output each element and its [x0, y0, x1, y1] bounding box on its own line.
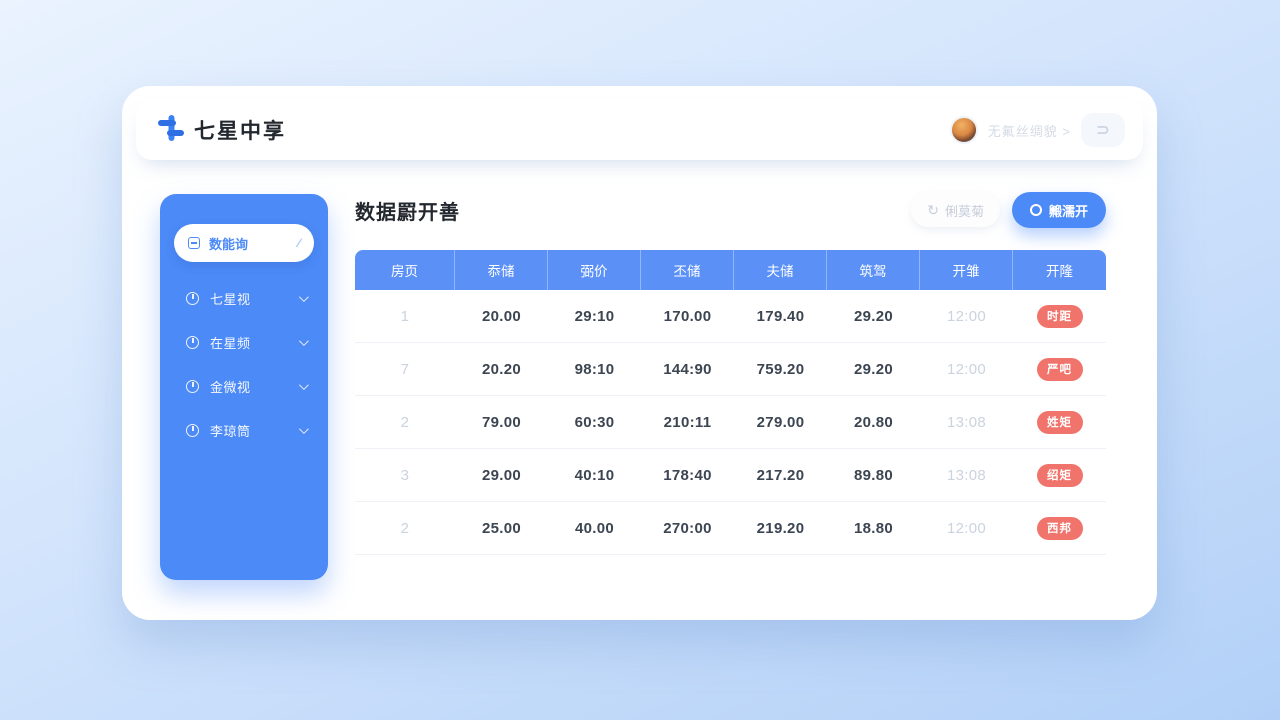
table-header-row: 房页 忝储 弼价 丕储 夫储 筑驾 开雏 开隆 — [355, 250, 1106, 290]
cell-value: 60:30 — [548, 396, 641, 448]
status-badge[interactable]: 时距 — [1037, 305, 1083, 328]
logo-icon — [158, 115, 184, 146]
circle-icon — [1030, 204, 1042, 216]
user-name-label[interactable]: 无氟丝绸貌 > — [988, 121, 1071, 140]
cell-value: 179.40 — [734, 290, 827, 342]
status-badge[interactable]: 严吧 — [1037, 358, 1083, 381]
cell-value: 144:90 — [641, 343, 734, 395]
table-row: 1 20.00 29:10 170.00 179.40 29.20 12:00 … — [355, 290, 1106, 343]
column-header: 开雏 — [920, 250, 1013, 290]
top-header: 七星中享 无氟丝绸貌 > ⊃ — [136, 100, 1143, 160]
cell-time: 12:00 — [920, 343, 1013, 395]
edit-slash-icon: ∕ — [298, 236, 300, 250]
avatar[interactable] — [950, 116, 978, 144]
cell-value: 40:10 — [548, 449, 641, 501]
chevron-down-icon — [299, 292, 309, 302]
toolbar: ↻ 俐莫菊 毈濡开 — [911, 192, 1106, 228]
cell-status: 严吧 — [1013, 343, 1106, 395]
sidebar-item[interactable]: 金微视 — [174, 364, 314, 408]
column-header: 房页 — [355, 250, 455, 290]
cell-value: 210:11 — [641, 396, 734, 448]
status-badge[interactable]: 绍矩 — [1037, 464, 1083, 487]
cell-time: 13:08 — [920, 396, 1013, 448]
status-badge[interactable]: 姓矩 — [1037, 411, 1083, 434]
logout-icon: ⊃ — [1096, 120, 1109, 140]
table-row: 2 25.00 40.00 270:00 219.20 18.80 12:00 … — [355, 502, 1106, 555]
cell-status: 姓矩 — [1013, 396, 1106, 448]
page-title: 数据罻开善 — [355, 196, 460, 225]
chevron-down-icon — [299, 424, 309, 434]
clock-icon — [186, 336, 199, 349]
app-title: 七星中享 — [194, 115, 286, 145]
cell-value: 29.20 — [827, 290, 920, 342]
cell-value: 89.80 — [827, 449, 920, 501]
primary-button[interactable]: 毈濡开 — [1012, 192, 1106, 228]
table-row: 7 20.20 98:10 144:90 759.20 29.20 12:00 … — [355, 343, 1106, 396]
sidebar-item-label: 数能询 — [209, 234, 248, 253]
logout-button[interactable]: ⊃ — [1081, 113, 1125, 147]
column-header: 弼价 — [548, 250, 641, 290]
cell-value: 18.80 — [827, 502, 920, 554]
cell-value: 20.80 — [827, 396, 920, 448]
cell-index: 1 — [355, 290, 455, 342]
primary-button-label: 毈濡开 — [1049, 201, 1088, 220]
cell-value: 279.00 — [734, 396, 827, 448]
column-header: 丕储 — [641, 250, 734, 290]
cell-value: 178:40 — [641, 449, 734, 501]
cell-index: 2 — [355, 502, 455, 554]
cell-time: 12:00 — [920, 502, 1013, 554]
cell-value: 98:10 — [548, 343, 641, 395]
cell-value: 29:10 — [548, 290, 641, 342]
secondary-button[interactable]: ↻ 俐莫菊 — [911, 193, 1000, 227]
secondary-button-label: 俐莫菊 — [945, 201, 984, 220]
clock-icon — [186, 380, 199, 393]
user-area: 无氟丝绸貌 > ⊃ — [950, 113, 1125, 147]
sidebar-item[interactable]: 七星视 — [174, 276, 314, 320]
cell-value: 759.20 — [734, 343, 827, 395]
cell-value: 29.00 — [455, 449, 548, 501]
brand: 七星中享 — [158, 115, 286, 146]
chevron-down-icon — [299, 336, 309, 346]
cell-value: 29.20 — [827, 343, 920, 395]
cell-status: 时距 — [1013, 290, 1106, 342]
content-header: 数据罻开善 ↻ 俐莫菊 毈濡开 — [355, 190, 1106, 230]
cell-value: 25.00 — [455, 502, 548, 554]
sidebar-item[interactable]: 李琼筒 — [174, 408, 314, 452]
cell-value: 40.00 — [548, 502, 641, 554]
cell-index: 3 — [355, 449, 455, 501]
table-body: 1 20.00 29:10 170.00 179.40 29.20 12:00 … — [355, 290, 1106, 555]
column-header: 夫储 — [734, 250, 827, 290]
cell-value: 219.20 — [734, 502, 827, 554]
column-header: 忝储 — [455, 250, 548, 290]
column-header: 开隆 — [1013, 250, 1106, 290]
chevron-down-icon — [299, 380, 309, 390]
app-window: 七星中享 无氟丝绸貌 > ⊃ 数能询 ∕ 七星视 在星频 金微视 李 — [122, 86, 1157, 620]
sidebar-item[interactable]: 在星频 — [174, 320, 314, 364]
cell-index: 7 — [355, 343, 455, 395]
clock-icon — [186, 424, 199, 437]
status-badge[interactable]: 西邦 — [1037, 517, 1083, 540]
menu-grid-icon — [188, 237, 200, 249]
sidebar-item-selected[interactable]: 数能询 ∕ — [174, 224, 314, 262]
cell-time: 13:08 — [920, 449, 1013, 501]
cell-value: 20.20 — [455, 343, 548, 395]
cell-value: 170.00 — [641, 290, 734, 342]
cell-value: 270:00 — [641, 502, 734, 554]
cell-index: 2 — [355, 396, 455, 448]
cell-status: 绍矩 — [1013, 449, 1106, 501]
cell-value: 20.00 — [455, 290, 548, 342]
data-table: 房页 忝储 弼价 丕储 夫储 筑驾 开雏 开隆 1 20.00 29:10 17… — [355, 250, 1106, 555]
column-header: 筑驾 — [827, 250, 920, 290]
sidebar-menu: 七星视 在星频 金微视 李琼筒 — [174, 276, 314, 452]
refresh-icon: ↻ — [927, 203, 939, 217]
sidebar: 数能询 ∕ 七星视 在星频 金微视 李琼筒 — [160, 194, 328, 580]
clock-icon — [186, 292, 199, 305]
table-row: 3 29.00 40:10 178:40 217.20 89.80 13:08 … — [355, 449, 1106, 502]
cell-value: 79.00 — [455, 396, 548, 448]
cell-time: 12:00 — [920, 290, 1013, 342]
cell-value: 217.20 — [734, 449, 827, 501]
cell-status: 西邦 — [1013, 502, 1106, 554]
table-row: 2 79.00 60:30 210:11 279.00 20.80 13:08 … — [355, 396, 1106, 449]
